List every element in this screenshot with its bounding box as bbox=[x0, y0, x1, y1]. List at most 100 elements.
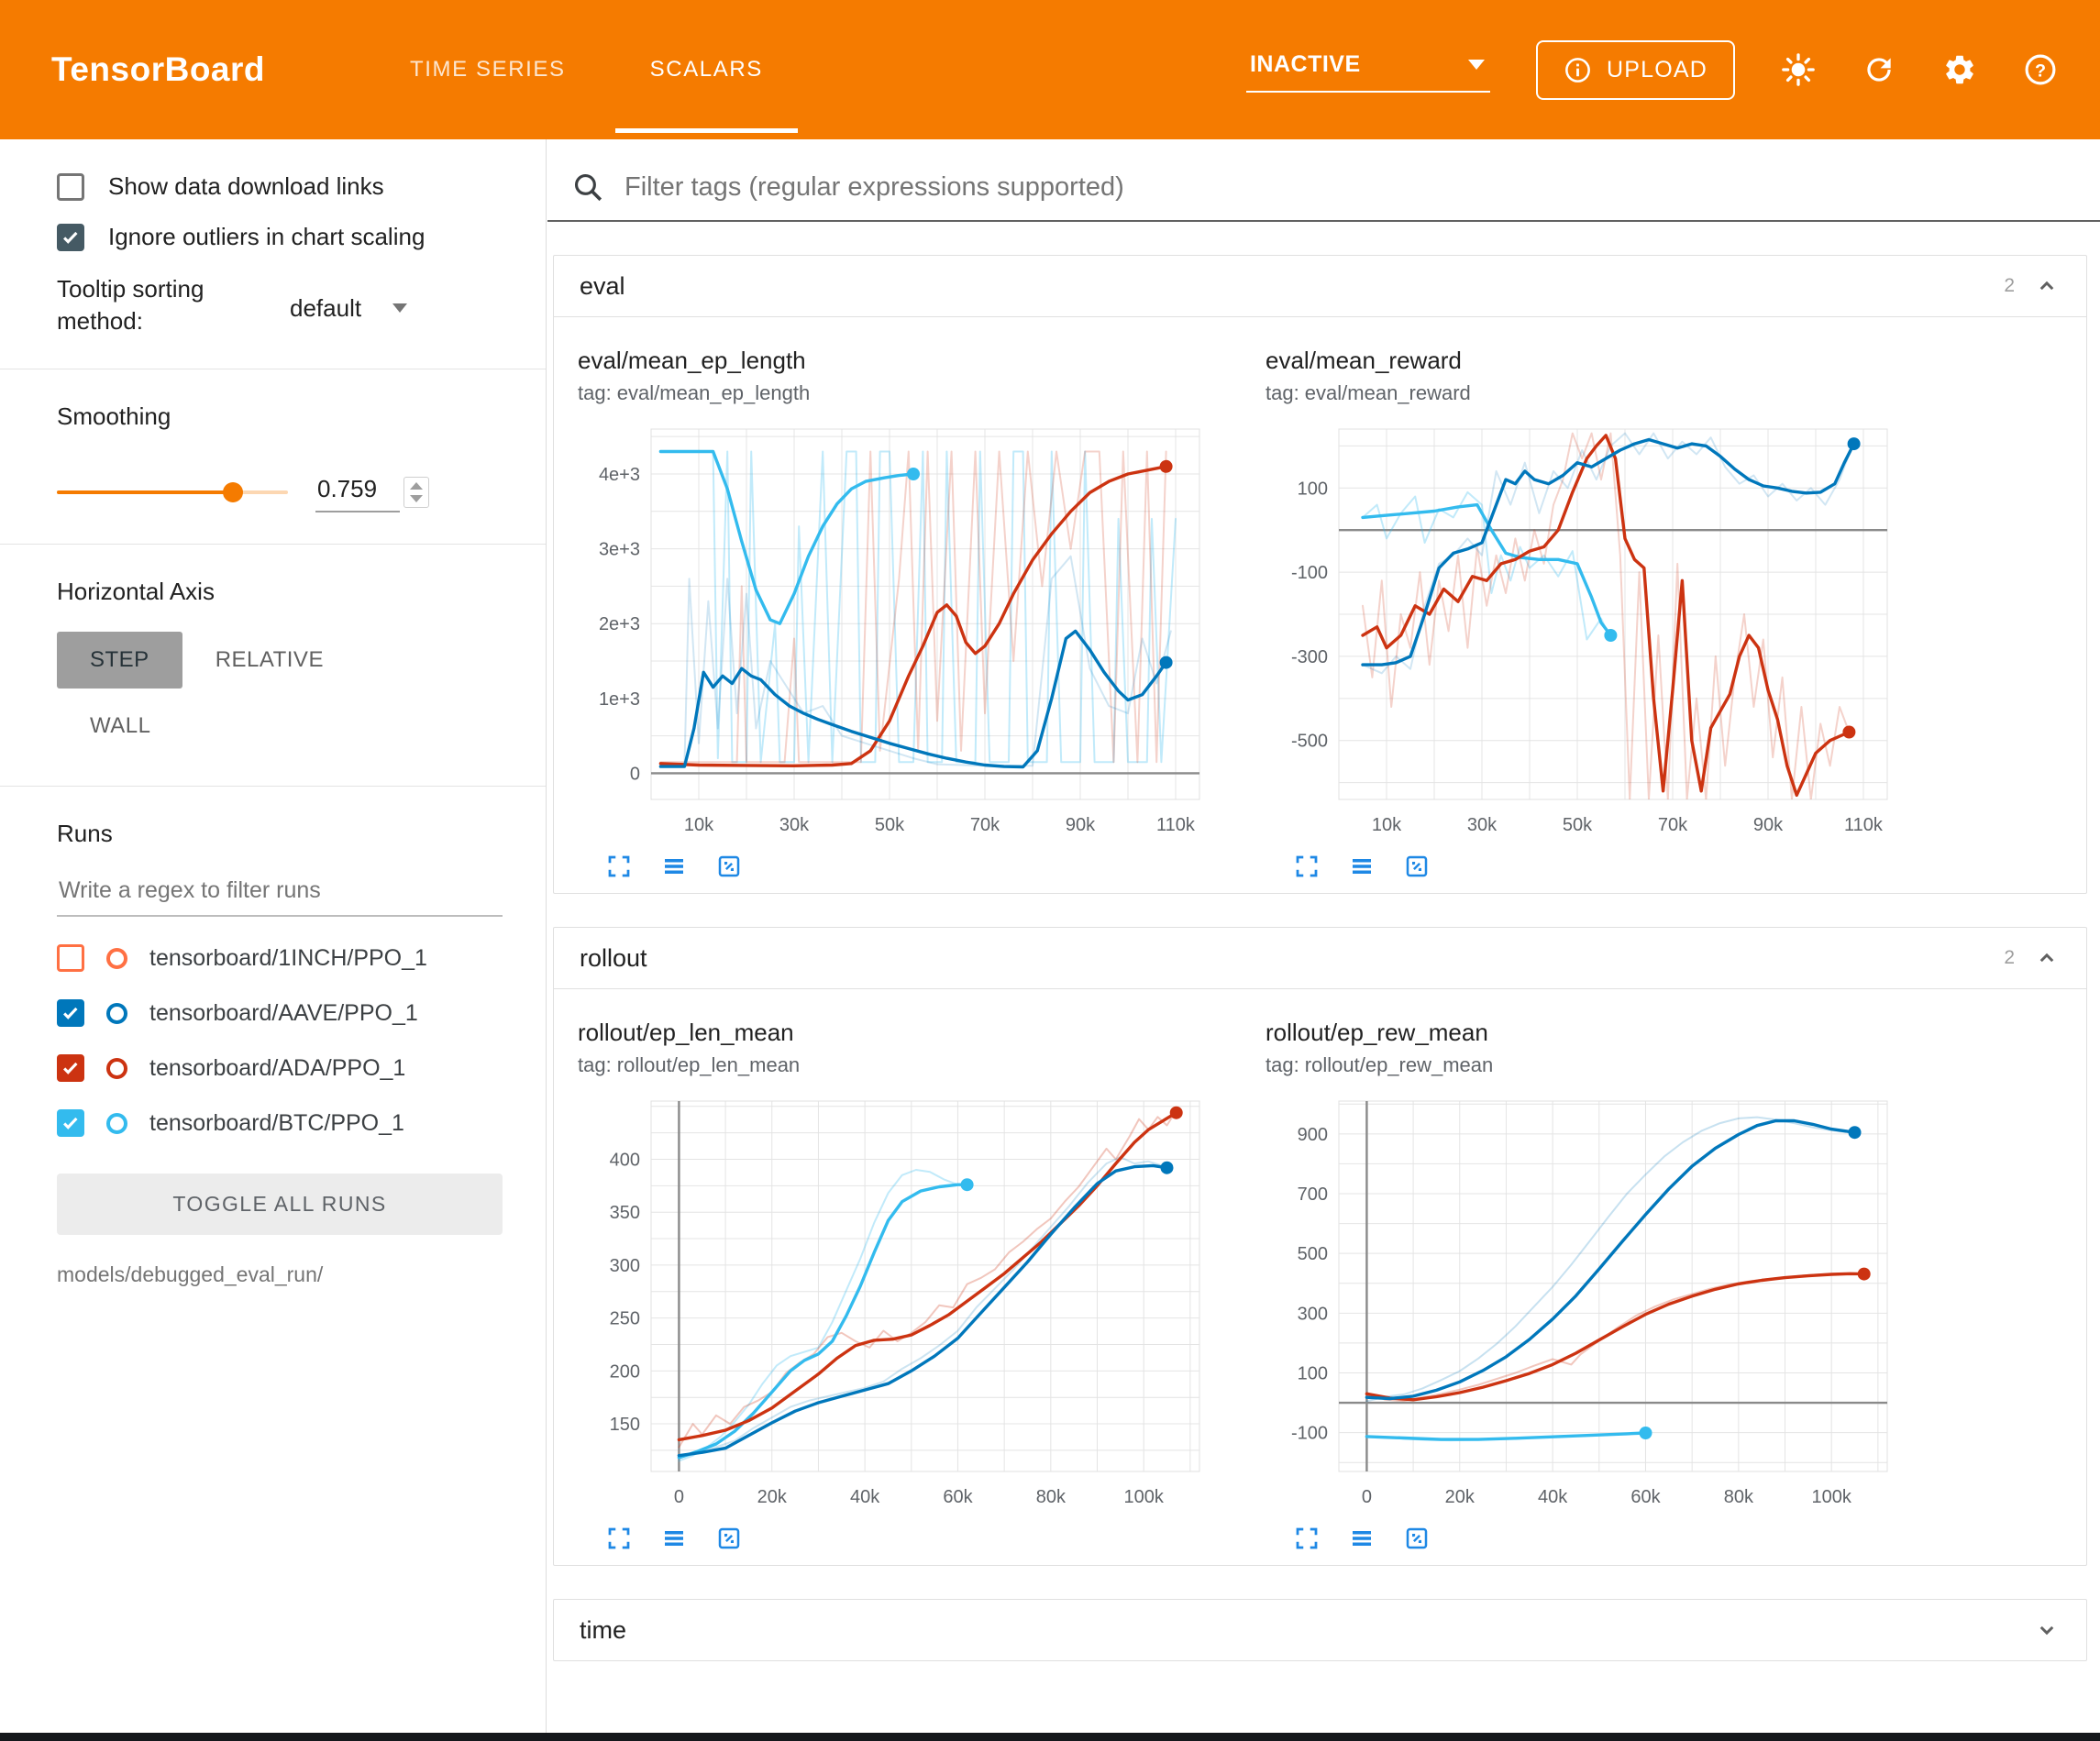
runs-list-icon[interactable] bbox=[660, 853, 688, 880]
chart-title: rollout/ep_rew_mean bbox=[1266, 1019, 1913, 1047]
line-chart-plot[interactable]: 100-100-300-50010k30k50k70k90k110k bbox=[1266, 416, 1898, 847]
chevron-down-icon[interactable] bbox=[2033, 1616, 2061, 1644]
svg-text:-300: -300 bbox=[1291, 647, 1328, 667]
card-rollout-header[interactable]: rollout 2 bbox=[554, 928, 2086, 988]
run-color-radio[interactable] bbox=[106, 1113, 127, 1134]
svg-text:40k: 40k bbox=[1538, 1487, 1568, 1507]
horizontal-axis-label: Horizontal Axis bbox=[57, 578, 520, 606]
runs-logdir-label: models/debugged_eval_run/ bbox=[57, 1262, 520, 1287]
runs-label: Runs bbox=[57, 820, 520, 848]
tooltip-sorting-value: default bbox=[290, 294, 361, 323]
run-checkbox[interactable] bbox=[57, 1054, 84, 1082]
upload-button[interactable]: UPLOAD bbox=[1536, 40, 1735, 100]
svg-text:350: 350 bbox=[610, 1203, 640, 1223]
card-time-header[interactable]: time bbox=[554, 1600, 2086, 1660]
svg-text:-100: -100 bbox=[1291, 563, 1328, 583]
card-title: eval bbox=[580, 272, 625, 301]
show-download-links-checkbox[interactable] bbox=[57, 173, 84, 201]
card-chart-count: 2 bbox=[2004, 947, 2015, 969]
chart-tag: tag: eval/mean_reward bbox=[1266, 381, 1913, 405]
runs-section: Runs tensorboard/1INCH/PPO_1 tensorboard… bbox=[0, 787, 546, 1318]
run-row-aave[interactable]: tensorboard/AAVE/PPO_1 bbox=[57, 999, 520, 1027]
expand-icon[interactable] bbox=[605, 1525, 633, 1552]
smoothing-value-input[interactable] bbox=[315, 471, 400, 512]
main-tabs: TIME SERIES SCALARS bbox=[368, 0, 805, 139]
refresh-icon[interactable] bbox=[1862, 52, 1896, 87]
smoothing-slider-handle[interactable] bbox=[223, 482, 243, 502]
fit-domain-icon[interactable] bbox=[715, 853, 743, 880]
toggle-all-runs-button[interactable]: TOGGLE ALL RUNS bbox=[57, 1174, 503, 1235]
svg-text:20k: 20k bbox=[1445, 1487, 1476, 1507]
settings-icon[interactable] bbox=[1942, 52, 1977, 87]
run-row-1inch[interactable]: tensorboard/1INCH/PPO_1 bbox=[57, 944, 520, 972]
tab-scalars[interactable]: SCALARS bbox=[608, 0, 805, 139]
help-icon[interactable]: ? bbox=[2023, 52, 2058, 87]
chevron-down-icon bbox=[392, 303, 407, 313]
svg-text:900: 900 bbox=[1298, 1125, 1328, 1145]
app-title: TensorBoard bbox=[51, 50, 265, 89]
run-label: tensorboard/BTC/PPO_1 bbox=[149, 1110, 404, 1137]
line-chart-plot[interactable]: -100100300500700900020k40k60k80k100k bbox=[1266, 1088, 1898, 1519]
general-settings-section: Show data download links Ignore outliers… bbox=[0, 139, 546, 369]
runs-list-icon[interactable] bbox=[1348, 1525, 1376, 1552]
svg-text:100: 100 bbox=[1298, 479, 1328, 499]
run-color-radio[interactable] bbox=[106, 948, 127, 969]
smoothing-label: Smoothing bbox=[57, 402, 520, 431]
chevron-up-icon[interactable] bbox=[2033, 272, 2061, 300]
run-row-btc[interactable]: tensorboard/BTC/PPO_1 bbox=[57, 1109, 520, 1137]
axis-relative-button[interactable]: RELATIVE bbox=[182, 632, 357, 689]
card-title: time bbox=[580, 1616, 626, 1645]
expand-icon[interactable] bbox=[1293, 1525, 1321, 1552]
fit-domain-icon[interactable] bbox=[715, 1525, 743, 1552]
ignore-outliers-label: Ignore outliers in chart scaling bbox=[108, 223, 425, 251]
svg-text:20k: 20k bbox=[757, 1487, 788, 1507]
line-chart-plot[interactable]: 01e+32e+33e+34e+310k30k50k70k90k110k bbox=[578, 416, 1210, 847]
fit-domain-icon[interactable] bbox=[1403, 1525, 1431, 1552]
smoothing-stepper[interactable] bbox=[403, 477, 429, 508]
runs-list-icon[interactable] bbox=[1348, 853, 1376, 880]
tag-filter-input[interactable] bbox=[624, 172, 1633, 203]
chevron-up-icon[interactable] bbox=[2033, 944, 2061, 972]
tab-time-series[interactable]: TIME SERIES bbox=[368, 0, 608, 139]
svg-text:70k: 70k bbox=[1658, 815, 1688, 835]
tooltip-sorting-select[interactable]: default bbox=[290, 279, 407, 337]
runs-list-icon[interactable] bbox=[660, 1525, 688, 1552]
smoothing-slider[interactable] bbox=[57, 490, 288, 494]
ignore-outliers-checkbox[interactable] bbox=[57, 224, 84, 251]
upload-button-label: UPLOAD bbox=[1607, 57, 1708, 83]
chart-toolbar bbox=[1266, 1525, 1913, 1552]
card-rollout: rollout 2 rollout/ep_len_mean tag: rollo… bbox=[553, 927, 2087, 1566]
expand-icon[interactable] bbox=[605, 853, 633, 880]
axis-wall-button[interactable]: WALL bbox=[57, 698, 183, 755]
run-row-ada[interactable]: tensorboard/ADA/PPO_1 bbox=[57, 1054, 520, 1082]
card-eval-body: eval/mean_ep_length tag: eval/mean_ep_le… bbox=[554, 316, 2086, 893]
ignore-outliers-row[interactable]: Ignore outliers in chart scaling bbox=[57, 223, 520, 251]
expand-icon[interactable] bbox=[1293, 853, 1321, 880]
svg-text:500: 500 bbox=[1298, 1244, 1328, 1264]
stepper-up-icon[interactable] bbox=[410, 482, 423, 490]
runs-filter-input[interactable] bbox=[57, 868, 503, 917]
chevron-down-icon bbox=[1468, 60, 1485, 70]
svg-text:10k: 10k bbox=[684, 815, 714, 835]
line-chart-plot[interactable]: 150200250300350400020k40k60k80k100k bbox=[578, 1088, 1210, 1519]
run-color-radio[interactable] bbox=[106, 1003, 127, 1024]
tooltip-sorting-row: Tooltip sorting method: default bbox=[57, 273, 520, 337]
chart-eval-mean-ep-length: eval/mean_ep_length tag: eval/mean_ep_le… bbox=[578, 347, 1225, 880]
run-checkbox[interactable] bbox=[57, 999, 84, 1027]
svg-text:30k: 30k bbox=[1467, 815, 1498, 835]
fit-domain-icon[interactable] bbox=[1403, 853, 1431, 880]
chart-title: eval/mean_reward bbox=[1266, 347, 1913, 375]
run-checkbox[interactable] bbox=[57, 1109, 84, 1137]
run-color-radio[interactable] bbox=[106, 1058, 127, 1079]
stepper-down-icon[interactable] bbox=[410, 495, 423, 502]
tensorboard-app: TensorBoard TIME SERIES SCALARS INACTIVE… bbox=[0, 0, 2100, 1741]
axis-step-button[interactable]: STEP bbox=[57, 632, 182, 689]
svg-text:80k: 80k bbox=[1036, 1487, 1067, 1507]
run-checkbox[interactable] bbox=[57, 944, 84, 972]
data-status-dropdown[interactable]: INACTIVE bbox=[1246, 48, 1490, 93]
show-download-links-row[interactable]: Show data download links bbox=[57, 172, 520, 201]
chart-toolbar bbox=[578, 853, 1225, 880]
card-eval-header[interactable]: eval 2 bbox=[554, 256, 2086, 316]
chart-eval-mean-reward: eval/mean_reward tag: eval/mean_reward 1… bbox=[1266, 347, 1913, 880]
brightness-icon[interactable] bbox=[1781, 52, 1816, 87]
